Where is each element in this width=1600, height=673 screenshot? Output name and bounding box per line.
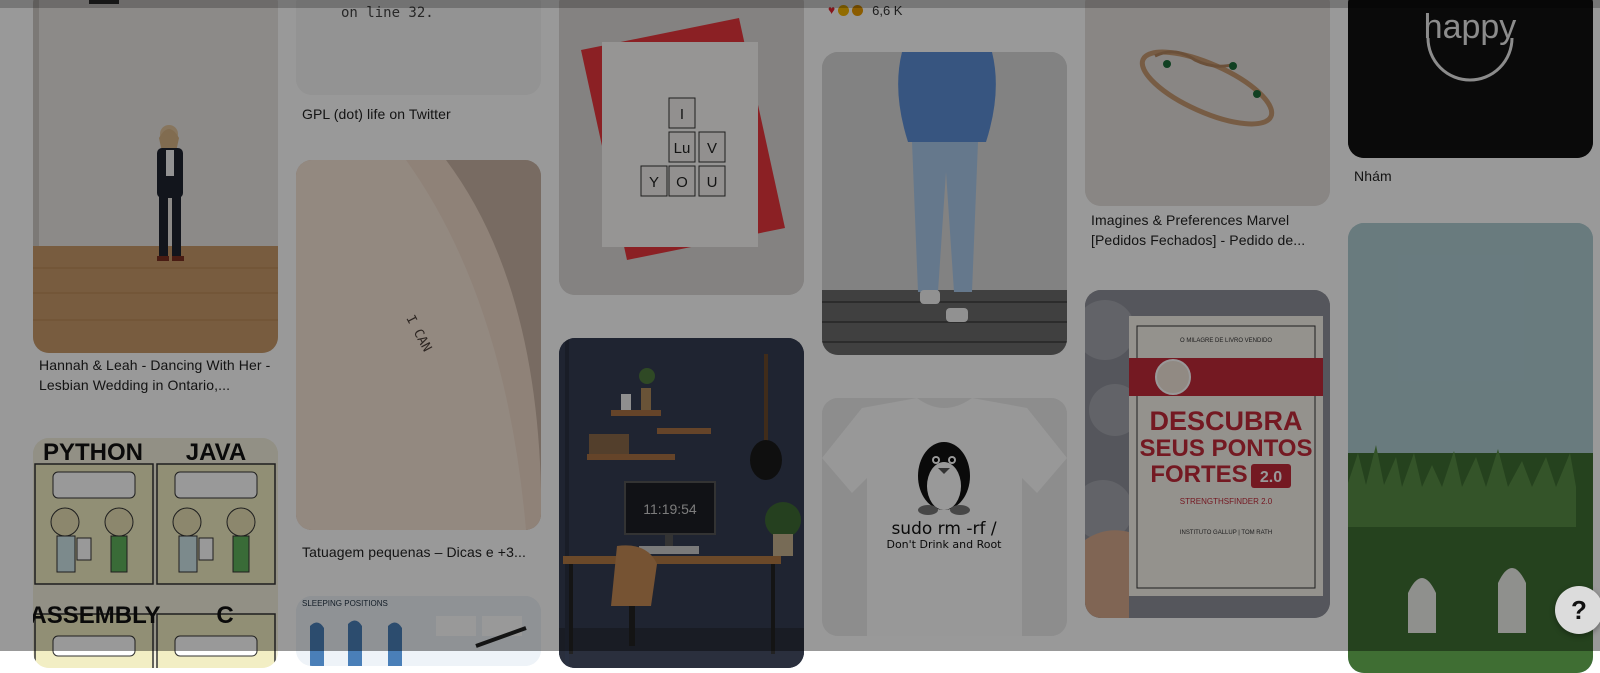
pin-python-java-label-python: PYTHON — [43, 439, 143, 466]
book-title-line-2: SEUS PONTOS — [1140, 435, 1313, 462]
pin-image-hannah[interactable] — [33, 0, 278, 353]
help-button[interactable]: ? — [1555, 586, 1600, 634]
pin-caption-gpl[interactable]: GPL (dot) life on Twitter — [302, 104, 538, 124]
pin-sleeping-header: SLEEPING POSITIONS — [302, 599, 388, 608]
card-tile-6: U — [707, 174, 718, 191]
pin-image-happy[interactable]: happy — [1348, 0, 1593, 158]
pin-python-java-label-c: C — [216, 602, 233, 629]
pin-python-java-label-java: JAVA — [186, 439, 246, 466]
pin-caption-ring[interactable]: Imagines & Preferences Marvel [Pedidos F… — [1091, 210, 1327, 250]
book-subtitle: STRENGTHSFINDER 2.0 — [1180, 497, 1273, 506]
pin-image-fashion[interactable] — [822, 52, 1067, 355]
pin-caption-hannah[interactable]: Hannah & Leah - Dancing With Her - Lesbi… — [39, 355, 275, 395]
pin-image-sleeping[interactable]: SLEEPING POSITIONS — [296, 596, 541, 666]
pin-grid: Hannah & Leah - Dancing With Her - Lesbi… — [0, 0, 1600, 673]
book-title-line-3: FORTES — [1150, 461, 1247, 488]
pin-image-card[interactable]: I Lu V Y O U — [559, 0, 804, 295]
book-badge: 2.0 — [1260, 469, 1282, 486]
card-tile-4: Y — [649, 174, 659, 191]
desk-clock: 11:19:54 — [643, 501, 697, 517]
card-tile-1: I — [680, 106, 684, 123]
book-footer: INSTITUTO GALLUP | TOM RATH — [1180, 530, 1272, 536]
top-shadow — [0, 0, 1600, 8]
book-title-line-1: DESCUBRA — [1149, 406, 1302, 436]
pin-image-gpl[interactable]: on line 32. — [296, 0, 541, 95]
question-mark-icon: ? — [1571, 594, 1587, 625]
pin-image-python-java[interactable]: PYTHON JAVA ASSEMBLY C — [33, 438, 278, 668]
pin-image-tattoo[interactable]: I CAN — [296, 160, 541, 530]
pin-image-desk[interactable]: 11:19:54 — [559, 338, 804, 668]
pin-caption-tattoo[interactable]: Tatuagem pequenas – Dicas e +3... — [302, 542, 538, 562]
happy-logo-text: happy — [1424, 8, 1517, 46]
card-tile-5: O — [676, 174, 688, 191]
card-tile-2: Lu — [674, 140, 691, 157]
pin-python-java-label-assembly: ASSEMBLY — [33, 602, 161, 629]
pin-image-ring[interactable] — [1085, 0, 1330, 206]
shirt-line-2: Don't Drink and Root — [886, 538, 1002, 551]
pin-image-book[interactable]: O MILAGRE DE LIVRO VENDIDO DESCUBRA SEUS… — [1085, 290, 1330, 618]
shirt-line-1: sudo rm -rf / — [891, 519, 996, 539]
card-tile-3: V — [707, 140, 717, 157]
pin-caption-happy[interactable]: Nhám — [1354, 166, 1590, 186]
pin-image-shirt[interactable]: sudo rm -rf / Don't Drink and Root — [822, 398, 1067, 636]
book-top-line: O MILAGRE DE LIVRO VENDIDO — [1180, 338, 1272, 344]
